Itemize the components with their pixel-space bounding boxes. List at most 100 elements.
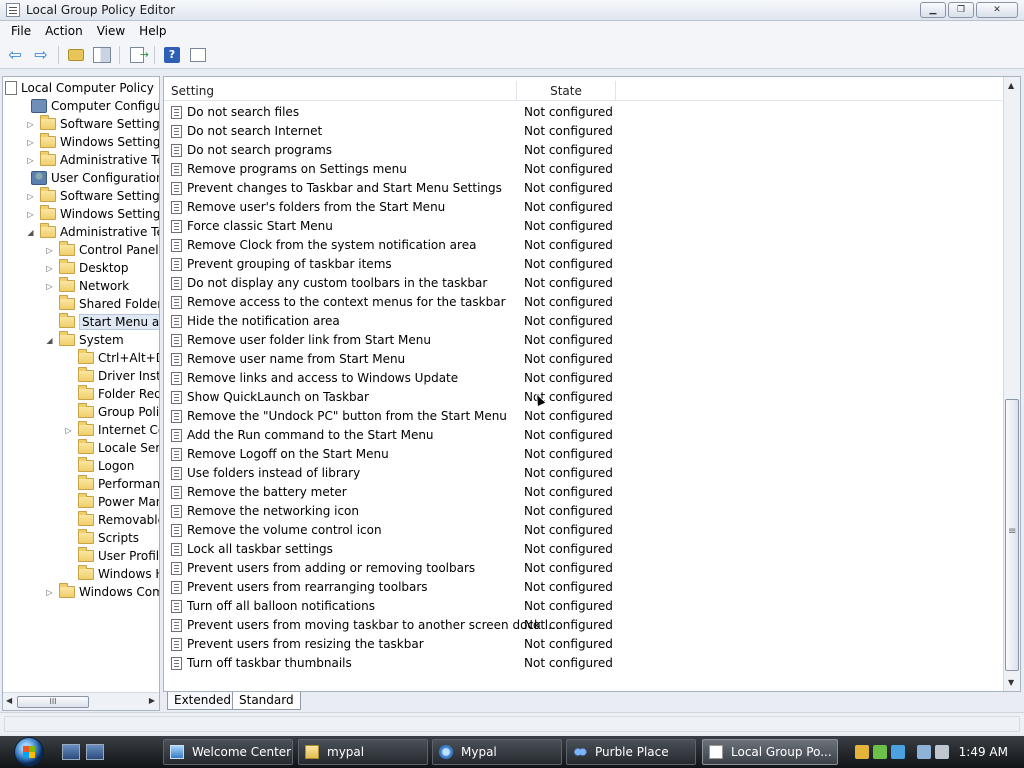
expand-arrow-icon[interactable]: ▷ [26, 156, 35, 165]
tree-item[interactable]: ▷ Desktop [45, 259, 129, 277]
taskbar-button[interactable]: Mypal [432, 739, 562, 765]
switch-windows-icon[interactable] [86, 744, 104, 760]
tree-item[interactable]: Performance [64, 475, 159, 493]
expand-arrow-icon[interactable]: ▷ [26, 210, 35, 219]
scroll-up-icon[interactable]: ▲ [1008, 81, 1014, 90]
tree-item[interactable]: Removable S [64, 511, 159, 529]
policy-row[interactable]: Lock all taskbar settings Not configured [164, 540, 1002, 559]
expand-arrow-icon[interactable]: ▷ [26, 120, 35, 129]
expand-arrow-icon[interactable]: ▷ [26, 192, 35, 201]
tree-item[interactable]: ▷ Windows Settings [26, 133, 159, 151]
policy-row[interactable]: Remove Clock from the system notificatio… [164, 236, 1002, 255]
policy-row[interactable]: Use folders instead of library Not config… [164, 464, 1002, 483]
policy-row[interactable]: Turn off all balloon notifications Not co… [164, 597, 1002, 616]
help-button[interactable]: ? [161, 44, 183, 66]
tree-item[interactable]: ▷ Windows Comp [45, 583, 159, 601]
policy-row[interactable]: Remove Logoff on the Start Menu Not confi… [164, 445, 1002, 464]
policy-row[interactable]: Remove the battery meter Not configured [164, 483, 1002, 502]
tree-item[interactable]: ▷ Internet Com [64, 421, 159, 439]
expand-arrow-icon[interactable]: ▷ [45, 246, 54, 255]
policy-row[interactable]: Remove links and access to Windows Updat… [164, 369, 1002, 388]
tree-item[interactable]: Logon [64, 457, 134, 475]
tree-item[interactable]: ▷ Control Panel [45, 241, 159, 259]
tree-item[interactable]: User Profiles [64, 547, 159, 565]
collapse-arrow-icon[interactable]: ◢ [26, 228, 35, 237]
tree-pane[interactable]: Local Computer Policy Computer Configura… [2, 76, 160, 711]
tree-item[interactable]: ◢ System [45, 331, 124, 349]
tree-item[interactable]: Group Policy [64, 403, 159, 421]
scroll-down-icon[interactable]: ▼ [1008, 678, 1014, 687]
policy-row[interactable]: Prevent users from rearranging toolbars N… [164, 578, 1002, 597]
tree-item[interactable]: Scripts [64, 529, 139, 547]
policy-row[interactable]: Remove the volume control icon Not config… [164, 521, 1002, 540]
expand-arrow-icon[interactable]: ▷ [26, 138, 35, 147]
policy-row[interactable]: Prevent users from resizing the taskbar N… [164, 635, 1002, 654]
volume-muted-icon[interactable] [935, 745, 949, 759]
taskbar-button[interactable]: Purble Place [566, 739, 696, 765]
policy-row[interactable]: Remove access to the context menus for t… [164, 293, 1002, 312]
collapse-arrow-icon[interactable]: ◢ [45, 336, 54, 345]
tree-item[interactable]: Locale Servic [64, 439, 159, 457]
start-button[interactable] [8, 736, 50, 768]
tree-item[interactable]: Computer Configuratio [17, 97, 159, 115]
show-hide-tree-button[interactable] [91, 44, 113, 66]
menu-help[interactable]: Help [132, 24, 173, 38]
policy-row[interactable]: Do not display any custom toolbars in th… [164, 274, 1002, 293]
up-one-level-button[interactable] [65, 44, 87, 66]
policy-row[interactable]: Remove user name from Start Menu Not conf… [164, 350, 1002, 369]
policy-row[interactable]: Remove the networking icon Not configured [164, 502, 1002, 521]
policy-row[interactable]: Remove user folder link from Start Menu N… [164, 331, 1002, 350]
policy-row[interactable]: Prevent users from adding or removing to… [164, 559, 1002, 578]
menu-file[interactable]: File [4, 24, 38, 38]
policy-row[interactable]: Do not search Internet Not configured [164, 122, 1002, 141]
tray-app-icon[interactable] [873, 745, 887, 759]
scroll-left-icon[interactable]: ◀ [6, 696, 12, 705]
tab-standard[interactable]: Standard [232, 692, 301, 710]
security-shield-icon[interactable] [855, 745, 869, 759]
column-setting[interactable]: Setting [171, 81, 214, 101]
tree-item[interactable]: Ctrl+Alt+Del [64, 349, 159, 367]
tray-app-icon[interactable] [891, 745, 905, 759]
expand-arrow-icon[interactable]: ▷ [45, 264, 54, 273]
tree-item[interactable]: Folder Redire [64, 385, 159, 403]
tree-item[interactable]: ▷ Administrative Tem [26, 151, 159, 169]
tree-item[interactable]: Shared Folders [45, 295, 159, 313]
policy-row[interactable]: Remove user's folders from the Start Men… [164, 198, 1002, 217]
policy-row[interactable]: Prevent changes to Taskbar and Start Men… [164, 179, 1002, 198]
menu-view[interactable]: View [90, 24, 132, 38]
policy-row[interactable]: Prevent users from moving taskbar to ano… [164, 616, 1002, 635]
export-list-button[interactable] [126, 44, 149, 66]
tree-item[interactable]: ◢ Administrative Tem [26, 223, 159, 241]
expand-arrow-icon[interactable]: ▷ [64, 426, 73, 435]
tree-horizontal-scrollbar[interactable]: ◀ III ▶ [3, 692, 159, 710]
show-desktop-icon[interactable] [62, 744, 80, 760]
tree-item[interactable]: ▷ Windows Settings [26, 205, 159, 223]
tree-scroll-thumb[interactable]: III [17, 696, 89, 708]
maximize-button[interactable]: ❐ [948, 2, 974, 18]
policy-row[interactable]: Turn off taskbar thumbnails Not configure… [164, 654, 1002, 673]
tab-extended[interactable]: Extended [167, 692, 238, 710]
back-button[interactable]: ⇦ [4, 44, 26, 66]
tree-item[interactable]: Windows Ho [64, 565, 159, 583]
details-vertical-scrollbar[interactable]: ▲ ▼ [1003, 77, 1020, 691]
minimize-button[interactable]: ▁ [920, 2, 946, 18]
clock[interactable]: 1:49 AM [959, 745, 1008, 759]
tree-root[interactable]: Local Computer Policy [5, 79, 154, 97]
tree-item[interactable]: Start Menu and T [45, 313, 159, 331]
tree-item[interactable]: User Configuration [17, 169, 159, 187]
properties-button[interactable] [187, 44, 209, 66]
tree-item[interactable]: Driver Installa [64, 367, 159, 385]
details-scroll-thumb[interactable] [1005, 399, 1019, 671]
tree-item[interactable]: ▷ Software Settings [26, 115, 159, 133]
expand-arrow-icon[interactable]: ▷ [45, 588, 54, 597]
policy-row[interactable]: Force classic Start Menu Not configured [164, 217, 1002, 236]
scroll-right-icon[interactable]: ▶ [149, 696, 155, 705]
taskbar-button[interactable]: Local Group Po... [702, 739, 838, 765]
policy-row[interactable]: Do not search programs Not configured [164, 141, 1002, 160]
policy-row[interactable]: Do not search files Not configured [164, 103, 1002, 122]
taskbar-button[interactable]: Welcome Center [163, 739, 293, 765]
policy-row[interactable]: Prevent grouping of taskbar items Not con… [164, 255, 1002, 274]
policy-row[interactable]: Hide the notification area Not configured [164, 312, 1002, 331]
policy-row[interactable]: Remove programs on Settings menu Not conf… [164, 160, 1002, 179]
close-button[interactable]: ✕ [976, 2, 1018, 18]
